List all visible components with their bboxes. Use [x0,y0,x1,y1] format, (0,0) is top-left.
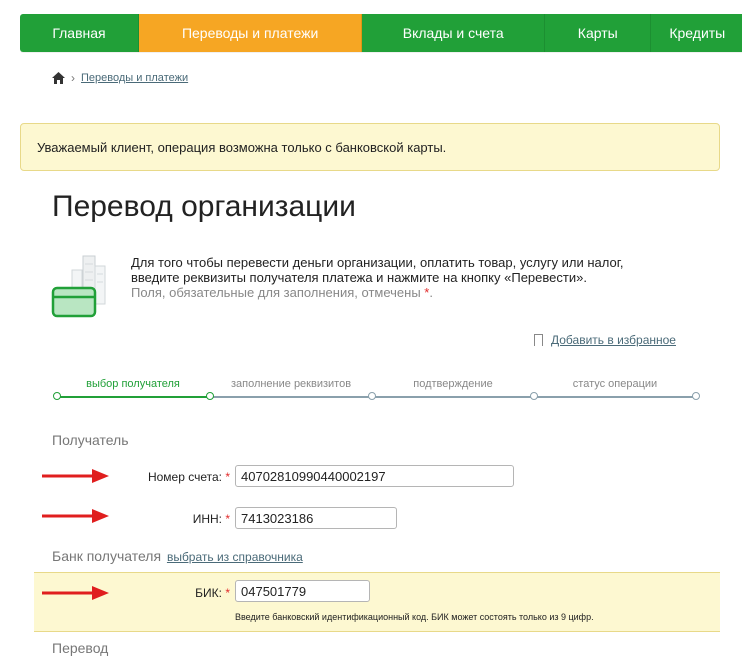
inn-label: ИНН: * [110,512,230,526]
organization-card-illustration [51,255,106,318]
required-star: * [225,586,230,600]
step-dot-2 [368,392,376,400]
account-number-label-text: Номер счета: [147,470,222,484]
transfer-section-title: Перевод [52,640,109,656]
step-dot-1 [206,392,214,400]
required-hint-text: Поля, обязательные для заполнения, отмеч… [131,285,421,300]
bookmark-icon [534,334,543,346]
intro-text: Для того чтобы перевести деньги организа… [131,255,691,300]
step-label-confirmation: подтверждение [413,378,493,390]
intro-line-2: введите реквизиты получателя платежа и н… [131,270,587,285]
breadcrumb: › Переводы и платежи [52,71,188,85]
bik-label-text: БИК: [195,586,222,600]
nav-tab-credits[interactable]: Кредиты [651,14,742,52]
step-label-status: статус операции [572,378,658,390]
account-number-input[interactable] [235,465,514,487]
main-nav: Главная Переводы и платежи Вклады и счет… [20,14,742,52]
step-dot-3 [530,392,538,400]
inn-label-text: ИНН: [192,512,222,526]
page-title: Перевод организации [52,190,356,223]
bank-section-title: Банк получателя выбрать из справочника [52,548,303,564]
red-arrow-icon [42,509,109,523]
step-label-choose-recipient: выбор получателя [86,378,180,390]
step-dot-start [53,392,61,400]
nav-tab-cards[interactable]: Карты [545,14,652,52]
required-hint-end: . [429,285,433,300]
account-number-label: Номер счета: * [110,470,230,484]
step-label-fill-details: заполнение реквизитов [230,378,352,390]
progress-steps: выбор получателя заполнение реквизитов п… [53,378,700,408]
bik-hint: Введите банковский идентификационный код… [235,612,594,622]
bank-section-label: Банк получателя [52,548,162,564]
add-to-favorites[interactable]: Добавить в избранное [534,333,676,347]
step-remaining-line [210,396,698,398]
breadcrumb-link-transfers[interactable]: Переводы и платежи [81,72,188,84]
step-progress-line [55,396,210,398]
card-only-notice: Уважаемый клиент, операция возможна толь… [20,123,720,171]
required-fields-hint: Поля, обязательные для заполнения, отмеч… [131,285,691,300]
intro-line-1: Для того чтобы перевести деньги организа… [131,255,624,270]
required-star: * [225,470,230,484]
recipient-section-title: Получатель [52,432,129,448]
bik-row-highlight [34,572,720,632]
bik-label: БИК: * [110,586,230,600]
inn-input[interactable] [235,507,397,529]
nav-tab-transfers[interactable]: Переводы и платежи [139,14,363,52]
step-dot-end [692,392,700,400]
chevron-right-icon: › [71,71,75,85]
notice-text: Уважаемый клиент, операция возможна толь… [37,139,447,155]
nav-tab-home[interactable]: Главная [20,14,139,52]
required-star: * [225,512,230,526]
home-icon[interactable] [52,72,65,84]
nav-tab-deposits[interactable]: Вклады и счета [362,14,546,52]
add-to-favorites-link[interactable]: Добавить в избранное [551,333,676,347]
red-arrow-icon [42,469,109,483]
bik-input[interactable] [235,580,370,602]
choose-from-directory-link[interactable]: выбрать из справочника [167,550,303,564]
red-arrow-icon [42,586,109,600]
